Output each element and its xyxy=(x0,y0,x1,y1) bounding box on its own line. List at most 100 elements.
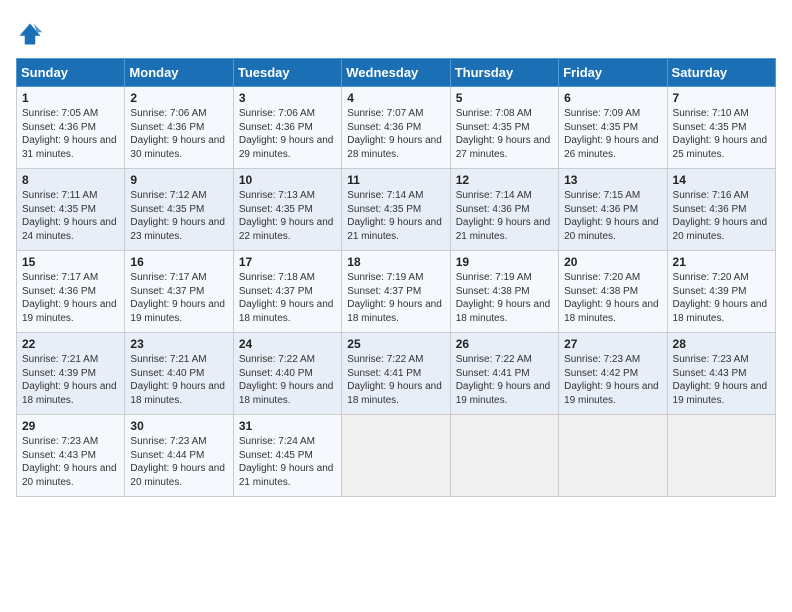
calendar-week-2: 8 Sunrise: 7:11 AMSunset: 4:35 PMDayligh… xyxy=(17,169,776,251)
day-info: Sunrise: 7:22 AMSunset: 4:41 PMDaylight:… xyxy=(456,354,551,406)
calendar-cell: 16 Sunrise: 7:17 AMSunset: 4:37 PMDaylig… xyxy=(125,251,233,333)
calendar-cell: 27 Sunrise: 7:23 AMSunset: 4:42 PMDaylig… xyxy=(559,333,667,415)
day-number: 20 xyxy=(564,255,661,269)
day-number: 29 xyxy=(22,419,119,433)
calendar-cell: 24 Sunrise: 7:22 AMSunset: 4:40 PMDaylig… xyxy=(233,333,341,415)
calendar-cell: 12 Sunrise: 7:14 AMSunset: 4:36 PMDaylig… xyxy=(450,169,558,251)
day-number: 25 xyxy=(347,337,444,351)
calendar-cell: 13 Sunrise: 7:15 AMSunset: 4:36 PMDaylig… xyxy=(559,169,667,251)
calendar-cell: 28 Sunrise: 7:23 AMSunset: 4:43 PMDaylig… xyxy=(667,333,775,415)
day-info: Sunrise: 7:22 AMSunset: 4:40 PMDaylight:… xyxy=(239,354,334,406)
logo xyxy=(16,20,48,48)
day-number: 9 xyxy=(130,173,227,187)
logo-icon xyxy=(16,20,44,48)
day-info: Sunrise: 7:21 AMSunset: 4:40 PMDaylight:… xyxy=(130,354,225,406)
day-number: 28 xyxy=(673,337,770,351)
col-header-tuesday: Tuesday xyxy=(233,59,341,87)
day-number: 23 xyxy=(130,337,227,351)
day-info: Sunrise: 7:14 AMSunset: 4:35 PMDaylight:… xyxy=(347,190,442,242)
calendar-week-1: 1 Sunrise: 7:05 AMSunset: 4:36 PMDayligh… xyxy=(17,87,776,169)
day-info: Sunrise: 7:12 AMSunset: 4:35 PMDaylight:… xyxy=(130,190,225,242)
day-info: Sunrise: 7:07 AMSunset: 4:36 PMDaylight:… xyxy=(347,108,442,160)
col-header-friday: Friday xyxy=(559,59,667,87)
day-info: Sunrise: 7:24 AMSunset: 4:45 PMDaylight:… xyxy=(239,436,334,488)
day-number: 11 xyxy=(347,173,444,187)
day-info: Sunrise: 7:23 AMSunset: 4:44 PMDaylight:… xyxy=(130,436,225,488)
calendar-week-4: 22 Sunrise: 7:21 AMSunset: 4:39 PMDaylig… xyxy=(17,333,776,415)
calendar-cell: 20 Sunrise: 7:20 AMSunset: 4:38 PMDaylig… xyxy=(559,251,667,333)
calendar-cell: 5 Sunrise: 7:08 AMSunset: 4:35 PMDayligh… xyxy=(450,87,558,169)
day-number: 5 xyxy=(456,91,553,105)
calendar-cell: 30 Sunrise: 7:23 AMSunset: 4:44 PMDaylig… xyxy=(125,415,233,497)
calendar-cell: 2 Sunrise: 7:06 AMSunset: 4:36 PMDayligh… xyxy=(125,87,233,169)
col-header-saturday: Saturday xyxy=(667,59,775,87)
calendar-cell: 18 Sunrise: 7:19 AMSunset: 4:37 PMDaylig… xyxy=(342,251,450,333)
calendar-cell: 26 Sunrise: 7:22 AMSunset: 4:41 PMDaylig… xyxy=(450,333,558,415)
day-info: Sunrise: 7:23 AMSunset: 4:43 PMDaylight:… xyxy=(22,436,117,488)
calendar-cell: 25 Sunrise: 7:22 AMSunset: 4:41 PMDaylig… xyxy=(342,333,450,415)
day-info: Sunrise: 7:19 AMSunset: 4:38 PMDaylight:… xyxy=(456,272,551,324)
day-number: 6 xyxy=(564,91,661,105)
day-info: Sunrise: 7:08 AMSunset: 4:35 PMDaylight:… xyxy=(456,108,551,160)
day-number: 31 xyxy=(239,419,336,433)
day-info: Sunrise: 7:15 AMSunset: 4:36 PMDaylight:… xyxy=(564,190,659,242)
day-info: Sunrise: 7:21 AMSunset: 4:39 PMDaylight:… xyxy=(22,354,117,406)
col-header-wednesday: Wednesday xyxy=(342,59,450,87)
calendar-cell: 10 Sunrise: 7:13 AMSunset: 4:35 PMDaylig… xyxy=(233,169,341,251)
calendar-cell: 11 Sunrise: 7:14 AMSunset: 4:35 PMDaylig… xyxy=(342,169,450,251)
day-info: Sunrise: 7:11 AMSunset: 4:35 PMDaylight:… xyxy=(22,190,117,242)
day-number: 21 xyxy=(673,255,770,269)
day-info: Sunrise: 7:22 AMSunset: 4:41 PMDaylight:… xyxy=(347,354,442,406)
page-header xyxy=(16,16,776,48)
calendar-cell: 7 Sunrise: 7:10 AMSunset: 4:35 PMDayligh… xyxy=(667,87,775,169)
day-number: 19 xyxy=(456,255,553,269)
calendar-cell xyxy=(667,415,775,497)
day-info: Sunrise: 7:10 AMSunset: 4:35 PMDaylight:… xyxy=(673,108,768,160)
day-info: Sunrise: 7:17 AMSunset: 4:37 PMDaylight:… xyxy=(130,272,225,324)
day-info: Sunrise: 7:05 AMSunset: 4:36 PMDaylight:… xyxy=(22,108,117,160)
day-number: 8 xyxy=(22,173,119,187)
calendar-cell: 14 Sunrise: 7:16 AMSunset: 4:36 PMDaylig… xyxy=(667,169,775,251)
day-number: 10 xyxy=(239,173,336,187)
day-number: 1 xyxy=(22,91,119,105)
calendar-cell: 22 Sunrise: 7:21 AMSunset: 4:39 PMDaylig… xyxy=(17,333,125,415)
day-number: 27 xyxy=(564,337,661,351)
day-number: 3 xyxy=(239,91,336,105)
calendar-table: SundayMondayTuesdayWednesdayThursdayFrid… xyxy=(16,58,776,497)
calendar-header-row: SundayMondayTuesdayWednesdayThursdayFrid… xyxy=(17,59,776,87)
day-number: 12 xyxy=(456,173,553,187)
calendar-cell: 1 Sunrise: 7:05 AMSunset: 4:36 PMDayligh… xyxy=(17,87,125,169)
day-info: Sunrise: 7:18 AMSunset: 4:37 PMDaylight:… xyxy=(239,272,334,324)
day-number: 22 xyxy=(22,337,119,351)
day-number: 2 xyxy=(130,91,227,105)
calendar-cell: 15 Sunrise: 7:17 AMSunset: 4:36 PMDaylig… xyxy=(17,251,125,333)
col-header-thursday: Thursday xyxy=(450,59,558,87)
col-header-sunday: Sunday xyxy=(17,59,125,87)
day-number: 24 xyxy=(239,337,336,351)
day-info: Sunrise: 7:13 AMSunset: 4:35 PMDaylight:… xyxy=(239,190,334,242)
day-info: Sunrise: 7:19 AMSunset: 4:37 PMDaylight:… xyxy=(347,272,442,324)
calendar-cell: 23 Sunrise: 7:21 AMSunset: 4:40 PMDaylig… xyxy=(125,333,233,415)
calendar-cell xyxy=(450,415,558,497)
day-number: 15 xyxy=(22,255,119,269)
day-info: Sunrise: 7:20 AMSunset: 4:38 PMDaylight:… xyxy=(564,272,659,324)
calendar-cell xyxy=(559,415,667,497)
day-info: Sunrise: 7:20 AMSunset: 4:39 PMDaylight:… xyxy=(673,272,768,324)
calendar-cell: 8 Sunrise: 7:11 AMSunset: 4:35 PMDayligh… xyxy=(17,169,125,251)
day-number: 30 xyxy=(130,419,227,433)
calendar-cell: 31 Sunrise: 7:24 AMSunset: 4:45 PMDaylig… xyxy=(233,415,341,497)
col-header-monday: Monday xyxy=(125,59,233,87)
day-number: 16 xyxy=(130,255,227,269)
calendar-cell: 3 Sunrise: 7:06 AMSunset: 4:36 PMDayligh… xyxy=(233,87,341,169)
day-number: 26 xyxy=(456,337,553,351)
calendar-cell: 4 Sunrise: 7:07 AMSunset: 4:36 PMDayligh… xyxy=(342,87,450,169)
day-number: 17 xyxy=(239,255,336,269)
day-number: 7 xyxy=(673,91,770,105)
calendar-week-3: 15 Sunrise: 7:17 AMSunset: 4:36 PMDaylig… xyxy=(17,251,776,333)
day-info: Sunrise: 7:09 AMSunset: 4:35 PMDaylight:… xyxy=(564,108,659,160)
day-info: Sunrise: 7:23 AMSunset: 4:42 PMDaylight:… xyxy=(564,354,659,406)
day-number: 13 xyxy=(564,173,661,187)
calendar-cell: 21 Sunrise: 7:20 AMSunset: 4:39 PMDaylig… xyxy=(667,251,775,333)
calendar-cell: 9 Sunrise: 7:12 AMSunset: 4:35 PMDayligh… xyxy=(125,169,233,251)
calendar-cell: 6 Sunrise: 7:09 AMSunset: 4:35 PMDayligh… xyxy=(559,87,667,169)
